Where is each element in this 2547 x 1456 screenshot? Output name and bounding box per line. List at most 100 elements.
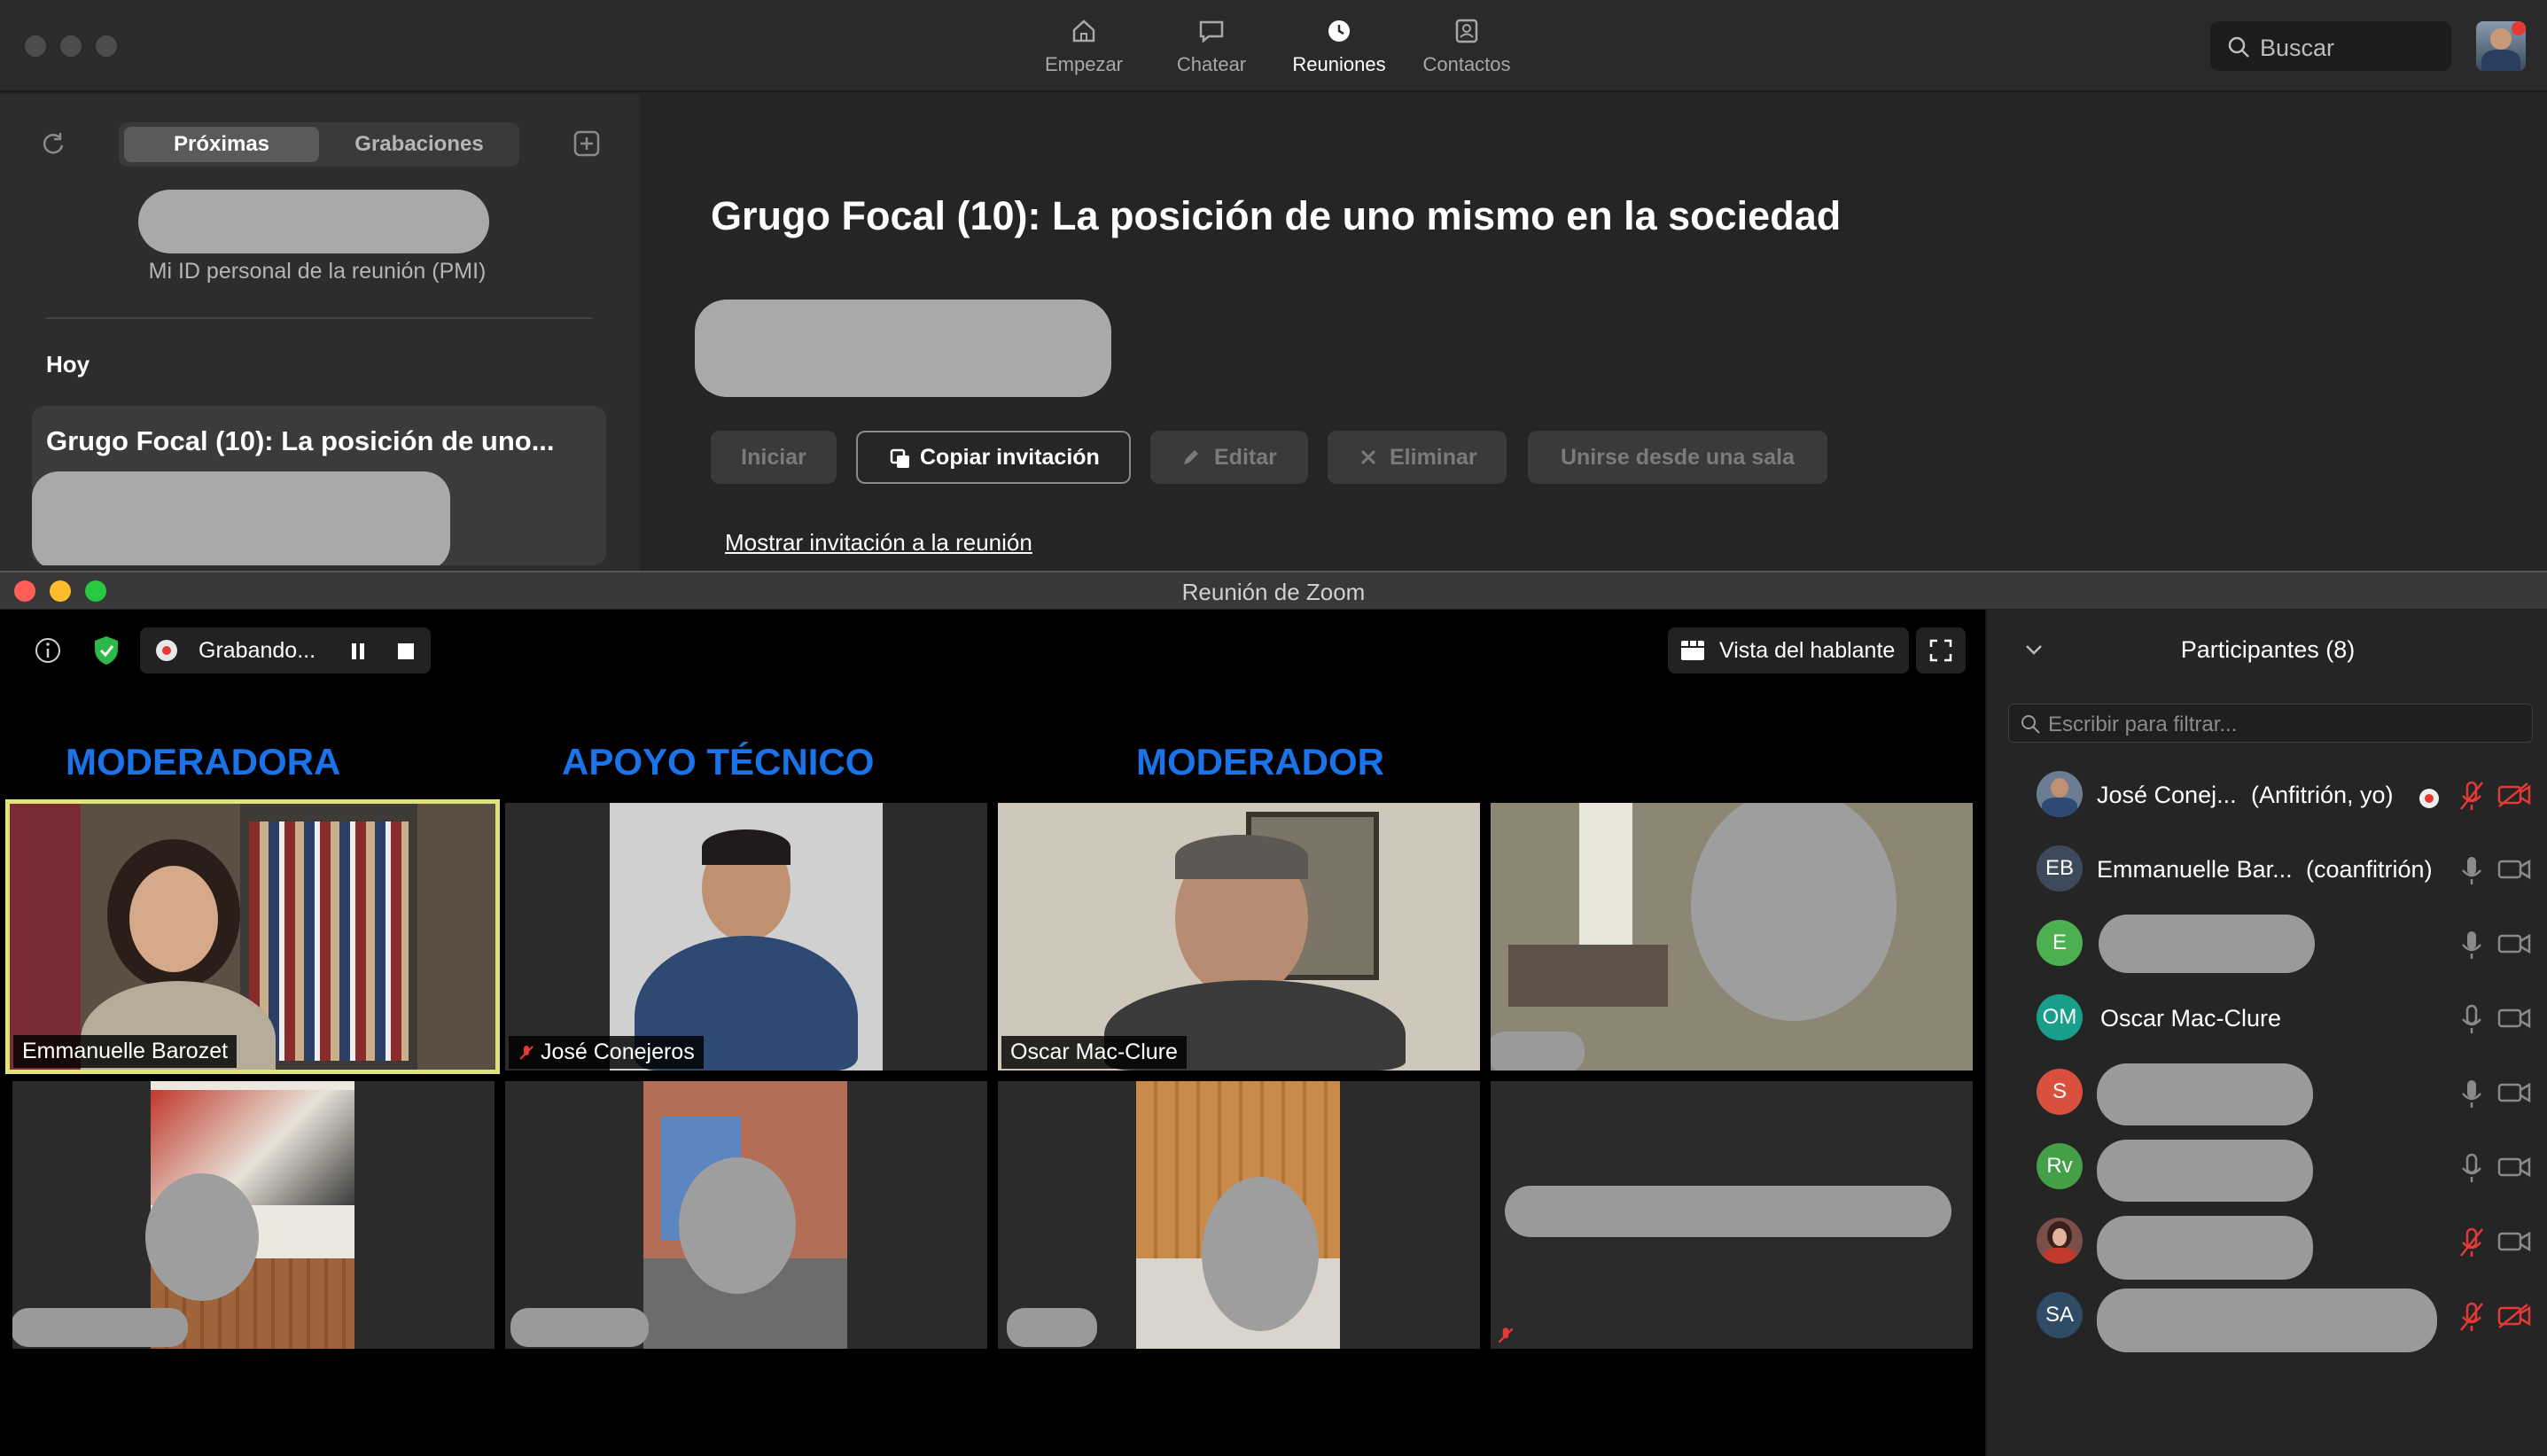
pencil-icon [1184, 450, 1198, 464]
participant-row[interactable] [1987, 1205, 2547, 1280]
participant-row[interactable]: SA [1987, 1280, 2547, 1354]
join-from-room-button[interactable]: Unirse desde una sala [1528, 431, 1827, 484]
video-tile-4[interactable] [1491, 803, 1973, 1071]
meetings-sidebar: Próximas Grabaciones Mi ID personal de l… [0, 94, 640, 576]
participant-avatar: SA [2037, 1292, 2083, 1338]
participant-row[interactable]: Rv [1987, 1131, 2547, 1205]
participant-name: Emmanuelle Barozet [13, 1035, 238, 1068]
zoom-window-button[interactable] [96, 35, 117, 57]
tab-label: Empezar [1044, 53, 1124, 75]
delete-button[interactable]: Eliminar [1328, 431, 1507, 484]
edit-button[interactable]: Editar [1150, 431, 1308, 484]
muted-mic-icon[interactable] [2458, 780, 2485, 812]
zoom-main-window: Empezar Chatear Reuniones Contactos Busc… [0, 0, 2547, 576]
curtain [10, 804, 81, 1070]
muted-mic-icon[interactable] [2458, 1226, 2485, 1258]
info-icon[interactable] [34, 636, 62, 665]
tab-chatear[interactable]: Chatear [1145, 16, 1278, 83]
meeting-window-title: Reunión de Zoom [1181, 579, 1366, 605]
stop-icon[interactable] [397, 642, 415, 660]
section-today: Hoy [46, 351, 90, 378]
participant-name: José Conej... [2097, 782, 2237, 808]
mic-icon[interactable] [2458, 1152, 2485, 1184]
participant-name-text: José Conejeros [541, 1039, 695, 1064]
hair [1175, 835, 1308, 879]
participant-avatar: S [2037, 1069, 2083, 1115]
video-off-icon[interactable] [2497, 782, 2531, 808]
redacted-meeting-time [32, 471, 450, 565]
participant-row[interactable]: S [1987, 1056, 2547, 1131]
participant-row[interactable]: E [1987, 907, 2547, 982]
mic-icon[interactable] [2458, 1003, 2485, 1035]
participant-role: (Anfitrión, yo) [2251, 782, 2394, 808]
mic-icon[interactable] [2458, 854, 2485, 886]
video-tile-6[interactable] [505, 1081, 987, 1349]
video-tile-5[interactable] [12, 1081, 495, 1349]
mic-icon[interactable] [2458, 1078, 2485, 1110]
participant-row[interactable]: EB Emmanuelle Bar... (coanfitrión) [1987, 833, 2547, 907]
tab-reuniones[interactable]: Reuniones [1273, 16, 1406, 83]
start-button[interactable]: Iniciar [711, 431, 837, 484]
security-shield-icon[interactable] [92, 635, 121, 666]
recording-label: Grabando... [199, 638, 316, 663]
participant-row[interactable]: OM Oscar Mac-Clure [1987, 982, 2547, 1056]
search-icon [2021, 715, 2040, 734]
record-icon [156, 640, 177, 661]
video-tile-7[interactable] [998, 1081, 1480, 1349]
video-icon[interactable] [2497, 1005, 2531, 1032]
speaker-view-button[interactable]: Vista del hablante [1668, 627, 1909, 673]
video-icon[interactable] [2497, 1079, 2531, 1106]
meeting-card[interactable]: Grugo Focal (10): La posición de uno... [32, 406, 606, 565]
profile-avatar[interactable] [2476, 21, 2526, 71]
blurred-face [679, 1157, 796, 1294]
pause-icon[interactable] [349, 642, 367, 661]
tab-label: Contactos [1422, 53, 1511, 75]
redacted-name [2097, 1216, 2313, 1280]
hair [702, 829, 791, 865]
search-input[interactable]: Buscar [2210, 21, 2451, 71]
video-off-icon[interactable] [2497, 1303, 2531, 1329]
video-icon[interactable] [2497, 1228, 2531, 1255]
tab-empezar[interactable]: Empezar [1017, 16, 1150, 83]
copy-invitation-button[interactable]: Copiar invitación [856, 431, 1131, 484]
grid-icon [1681, 641, 1704, 660]
video-tile-emmanuelle[interactable]: Emmanuelle Barozet [5, 799, 500, 1074]
participant-row[interactable]: José Conej... (Anfitrión, yo) [1987, 759, 2547, 833]
video-tile-oscar[interactable]: Oscar Mac-Clure [998, 803, 1480, 1071]
segment-proximas[interactable]: Próximas [124, 127, 319, 162]
tab-contactos[interactable]: Contactos [1400, 16, 1533, 83]
close-window-button[interactable] [25, 35, 46, 57]
fullscreen-button[interactable] [1916, 627, 1966, 673]
clock-icon [1328, 20, 1350, 42]
participant-avatar: E [2037, 920, 2083, 966]
refresh-icon[interactable] [39, 129, 67, 158]
tab-label: Chatear [1176, 53, 1247, 75]
books [249, 821, 409, 1061]
redacted-name [1491, 1032, 1585, 1071]
role-label-apoyo-tecnico: APOYO TÉCNICO [562, 741, 875, 783]
add-meeting-icon[interactable] [572, 129, 601, 158]
muted-mic-icon [519, 1046, 534, 1060]
video-tile-8[interactable] [1491, 1081, 1973, 1349]
participants-filter-input[interactable]: Escribir para filtrar... [2008, 704, 2533, 743]
furniture [1508, 945, 1668, 1007]
muted-mic-icon[interactable] [2458, 1301, 2485, 1333]
mic-icon[interactable] [2458, 929, 2485, 961]
meeting-title-bar: Reunión de Zoom [0, 572, 2547, 610]
redacted-name [1505, 1186, 1951, 1237]
participant-avatar: Rv [2037, 1143, 2083, 1189]
video-tile-jose[interactable]: José Conejeros [505, 803, 987, 1071]
role-label-moderador: MODERADOR [1136, 741, 1384, 783]
minimize-window-button[interactable] [60, 35, 82, 57]
video-area: Grabando... Vista del hablante MODERADOR… [0, 610, 1985, 1456]
video-icon[interactable] [2497, 1154, 2531, 1180]
search-icon [2228, 36, 2249, 58]
segment-grabaciones[interactable]: Grabaciones [324, 127, 514, 162]
redacted-name [2097, 1063, 2313, 1125]
video-icon[interactable] [2497, 856, 2531, 883]
participant-role: (coanfitrión) [2306, 856, 2433, 883]
video-icon[interactable] [2497, 930, 2531, 957]
participant-avatar [2037, 1218, 2083, 1264]
participant-name: José Conejeros [509, 1036, 704, 1069]
show-invitation-link[interactable]: Mostrar invitación a la reunión [725, 529, 1032, 557]
